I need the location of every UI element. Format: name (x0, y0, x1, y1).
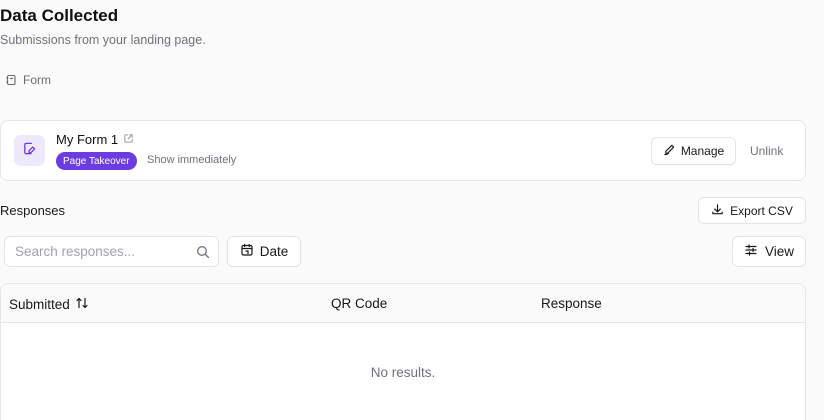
pen-icon (663, 143, 676, 159)
search-input[interactable] (5, 237, 185, 266)
responses-table: Submitted QR Code Response No results. (0, 283, 806, 420)
sliders-icon (744, 243, 758, 260)
form-icon-box (14, 135, 45, 166)
form-name[interactable]: My Form 1 (56, 132, 118, 147)
export-csv-button[interactable]: Export CSV (698, 197, 806, 224)
section-label-text: Form (23, 73, 51, 87)
external-link-icon[interactable] (123, 132, 134, 147)
date-filter-label: Date (259, 244, 289, 259)
page-subtitle: Submissions from your landing page. (0, 33, 206, 47)
export-csv-label: Export CSV (730, 203, 793, 218)
table-header: Submitted QR Code Response (1, 284, 805, 323)
view-options-label: View (764, 244, 795, 259)
column-header-qr-code: QR Code (331, 296, 388, 311)
date-filter-button[interactable]: Date (227, 236, 301, 267)
form-name-row: My Form 1 (56, 132, 134, 147)
section-label: Form (5, 73, 51, 87)
column-header-submitted-label: Submitted (9, 297, 70, 312)
view-options-button[interactable]: View (732, 236, 806, 267)
empty-state-text: No results. (370, 365, 436, 380)
manage-button[interactable]: Manage (651, 137, 736, 165)
unlink-button[interactable]: Unlink (750, 144, 783, 158)
page-title: Data Collected (0, 6, 119, 25)
download-icon (711, 203, 724, 219)
sort-arrows-icon[interactable] (75, 296, 89, 313)
page-takeover-badge: Page Takeover (56, 152, 137, 170)
form-icon (5, 74, 17, 86)
calendar-icon (240, 243, 254, 260)
column-header-response: Response (541, 296, 602, 311)
badge-note: Show immediately (147, 154, 237, 166)
responses-title: Responses (0, 203, 66, 218)
form-card: My Form 1 Page Takeover Show immediately… (0, 120, 806, 181)
manage-button-label: Manage (680, 144, 725, 158)
column-header-submitted[interactable]: Submitted (9, 296, 89, 313)
search-box (4, 236, 219, 267)
search-icon (196, 245, 210, 264)
form-edit-icon (22, 141, 37, 161)
